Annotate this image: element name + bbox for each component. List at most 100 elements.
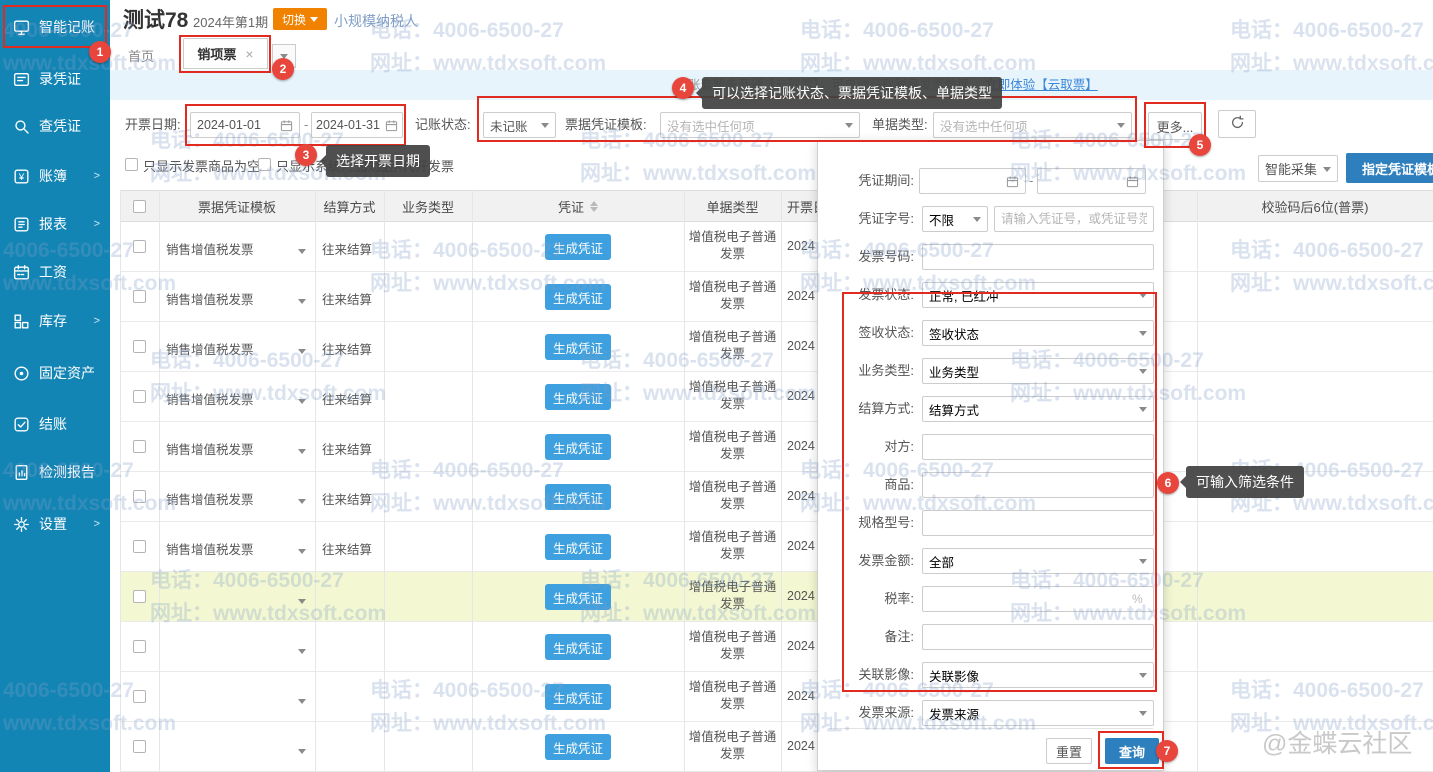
panel-select-13[interactable]: 关联影像 xyxy=(922,662,1154,688)
chevron-down-icon[interactable] xyxy=(298,249,306,258)
generate-voucher-button[interactable]: 生成凭证 xyxy=(545,334,611,360)
panel-select-4[interactable]: 签收状态 xyxy=(922,320,1154,346)
settings-icon xyxy=(11,514,31,534)
filter-checkbox[interactable] xyxy=(125,158,138,171)
row-checkbox[interactable] xyxy=(133,290,146,303)
voucher-template-select[interactable]: 没有选中任何项 xyxy=(660,112,860,138)
refresh-button[interactable] xyxy=(1218,110,1256,138)
sidebar-item-label: 工资 xyxy=(39,262,67,282)
row-checkbox[interactable] xyxy=(133,540,146,553)
sidebar-item-fixed-assets[interactable]: 固定资产 xyxy=(0,357,110,389)
chevron-down-icon xyxy=(1139,369,1147,378)
panel-select-6[interactable]: 结算方式 xyxy=(922,396,1154,422)
table-row[interactable]: 销售增值税发票往来结算生成凭证增值税电子普通发票2024 xyxy=(120,422,1433,472)
row-checkbox[interactable] xyxy=(133,740,146,753)
smart-collect-button[interactable]: 智能采集 xyxy=(1258,155,1338,182)
sidebar-item-settings[interactable]: 设置> xyxy=(0,508,110,540)
cloud-ticket-link[interactable]: 立即体验【云取票】 xyxy=(985,78,1098,92)
table-row[interactable]: 销售增值税发票往来结算生成凭证增值税电子普通发票2024 xyxy=(120,222,1433,272)
table-column-divider xyxy=(384,190,385,772)
generate-voucher-button[interactable]: 生成凭证 xyxy=(545,384,611,410)
tax-rate-input[interactable] xyxy=(922,586,1154,612)
sidebar-item-closing[interactable]: 结账 xyxy=(0,408,110,440)
chevron-down-icon[interactable] xyxy=(298,399,306,408)
tab-home[interactable]: 首页 xyxy=(128,46,154,65)
doc-type-label: 单据类型: xyxy=(872,112,928,138)
generate-voucher-button[interactable]: 生成凭证 xyxy=(545,234,611,260)
assign-voucher-template-button[interactable]: 指定凭证模板 xyxy=(1346,153,1433,183)
date-to-input[interactable]: 2024-01-31 xyxy=(311,112,403,138)
sidebar-item-ledger[interactable]: ¥账簿> xyxy=(0,160,110,192)
voucher-word-select-value: 不限 xyxy=(929,210,954,229)
voucher-period-to-input[interactable] xyxy=(1037,168,1146,194)
doc-type-select[interactable]: 没有选中任何项 xyxy=(933,112,1132,138)
panel-text-input-7[interactable] xyxy=(922,434,1154,460)
row-checkbox[interactable] xyxy=(133,240,146,253)
row-checkbox[interactable] xyxy=(133,390,146,403)
panel-text-input-8[interactable] xyxy=(922,472,1154,498)
switch-account-button[interactable]: 切换 xyxy=(273,8,327,30)
sidebar-item-voucher-search[interactable]: 查凭证 xyxy=(0,110,110,142)
panel-select-5[interactable]: 业务类型 xyxy=(922,358,1154,384)
header-checkbox[interactable] xyxy=(133,200,146,213)
row-checkbox[interactable] xyxy=(133,640,146,653)
panel-text-input-12[interactable] xyxy=(922,624,1154,650)
generate-voucher-button[interactable]: 生成凭证 xyxy=(545,634,611,660)
tab-sales-invoices[interactable]: 销项票 × xyxy=(183,38,268,69)
sidebar-item-smart-accounting[interactable]: 智能记账 xyxy=(0,11,110,43)
chevron-down-icon[interactable] xyxy=(298,599,306,608)
panel-select-14[interactable]: 发票来源 xyxy=(922,700,1154,726)
chevron-down-icon[interactable] xyxy=(298,449,306,458)
table-row[interactable]: 生成凭证增值税电子普通发票2024 xyxy=(120,572,1433,622)
chevron-down-icon[interactable] xyxy=(298,349,306,358)
row-checkbox[interactable] xyxy=(133,490,146,503)
generate-voucher-button[interactable]: 生成凭证 xyxy=(545,534,611,560)
table-row[interactable]: 生成凭证增值税电子普通发票2024 xyxy=(120,622,1433,672)
generate-voucher-button[interactable]: 生成凭证 xyxy=(545,434,611,460)
calendar-icon[interactable] xyxy=(385,119,398,132)
chevron-down-icon[interactable] xyxy=(298,749,306,758)
row-checkbox[interactable] xyxy=(133,340,146,353)
chevron-down-icon[interactable] xyxy=(298,499,306,508)
booking-status-select[interactable]: 未记账 xyxy=(483,112,556,138)
sidebar-item-reports[interactable]: 报表> xyxy=(0,208,110,240)
sort-icon[interactable] xyxy=(590,197,598,216)
generate-voucher-button[interactable]: 生成凭证 xyxy=(545,284,611,310)
voucher-number-input[interactable] xyxy=(994,206,1154,232)
row-checkbox[interactable] xyxy=(133,690,146,703)
sidebar-item-inventory[interactable]: 库存> xyxy=(0,305,110,337)
filter-checkbox[interactable] xyxy=(258,158,271,171)
date-from-input[interactable]: 2024-01-01 xyxy=(190,112,300,138)
chevron-down-icon[interactable] xyxy=(298,649,306,658)
page-title: 测试78 xyxy=(123,4,188,34)
generate-voucher-button[interactable]: 生成凭证 xyxy=(545,684,611,710)
chevron-down-icon[interactable] xyxy=(298,699,306,708)
sidebar-item-voucher-entry[interactable]: 录凭证 xyxy=(0,63,110,95)
voucher-period-from-input[interactable] xyxy=(919,168,1026,194)
generate-voucher-button[interactable]: 生成凭证 xyxy=(545,484,611,510)
table-row[interactable]: 生成凭证增值税电子普通发票2024 xyxy=(120,672,1433,722)
panel-select-3[interactable]: 正常, 已红冲 xyxy=(922,282,1154,308)
sidebar-item-inspection-report[interactable]: 检测报告 xyxy=(0,456,110,488)
panel-text-input-9[interactable] xyxy=(922,510,1154,536)
row-checkbox[interactable] xyxy=(133,440,146,453)
row-checkbox[interactable] xyxy=(133,590,146,603)
table-row[interactable]: 销售增值税发票往来结算生成凭证增值税电子普通发票2024 xyxy=(120,522,1433,572)
panel-select-10[interactable]: 全部 xyxy=(922,548,1154,574)
search-button[interactable]: 查询 xyxy=(1105,738,1159,764)
table-row[interactable]: 销售增值税发票往来结算生成凭证增值税电子普通发票2024 xyxy=(120,372,1433,422)
table-row[interactable]: 销售增值税发票往来结算生成凭证增值税电子普通发票2024 xyxy=(120,322,1433,372)
chevron-down-icon[interactable] xyxy=(298,299,306,308)
table-row[interactable]: 生成凭证增值税电子普通发票2024 xyxy=(120,722,1433,772)
panel-text-input-2[interactable] xyxy=(922,244,1154,270)
cell-doc-type: 增值税电子普通发票 xyxy=(684,479,781,513)
generate-voucher-button[interactable]: 生成凭证 xyxy=(545,584,611,610)
close-icon[interactable]: × xyxy=(245,46,253,62)
generate-voucher-button[interactable]: 生成凭证 xyxy=(545,734,611,760)
calendar-icon[interactable] xyxy=(280,119,293,132)
chevron-down-icon[interactable] xyxy=(298,549,306,558)
voucher-word-select[interactable]: 不限 xyxy=(922,206,988,232)
sidebar-item-salary[interactable]: 工资 xyxy=(0,256,110,288)
reset-button[interactable]: 重置 xyxy=(1046,738,1092,764)
table-row[interactable]: 销售增值税发票往来结算生成凭证增值税电子普通发票2024 xyxy=(120,272,1433,322)
